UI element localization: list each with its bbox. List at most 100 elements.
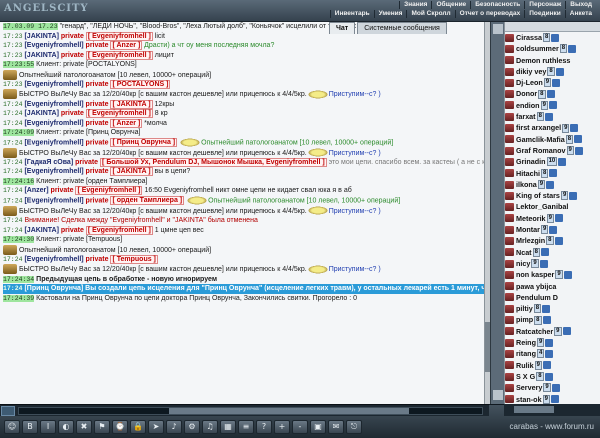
- nav-link-10[interactable]: Анкета: [564, 10, 596, 18]
- private-target[interactable]: [ Evgeniyfromhell ]: [85, 225, 153, 235]
- user-info-icon[interactable]: [548, 101, 557, 110]
- timestamp[interactable]: 17:24: [3, 168, 23, 175]
- nav-link-4[interactable]: Выход: [565, 1, 596, 9]
- sender-nick[interactable]: [Evgeniyfromhell]: [24, 139, 83, 146]
- user-name[interactable]: Gamclik-Mafia: [516, 134, 565, 145]
- user-scroll-thumb[interactable]: [514, 406, 554, 413]
- user-info-icon[interactable]: [552, 78, 561, 87]
- nav-link-5[interactable]: Инвентарь: [329, 10, 374, 18]
- user-list-item[interactable]: coldsummer 8: [505, 43, 600, 54]
- private-target[interactable]: [ JAKINTA ]: [110, 99, 153, 109]
- user-info-icon[interactable]: [544, 372, 553, 381]
- nav-link-0[interactable]: Знания: [399, 1, 431, 9]
- user-list-item[interactable]: Grinadin 10: [505, 156, 600, 167]
- timestamp[interactable]: 17:24: [3, 197, 23, 204]
- user-info-icon[interactable]: [574, 135, 583, 144]
- user-info-icon[interactable]: [542, 361, 551, 370]
- tab-chat[interactable]: Чат: [329, 22, 356, 34]
- timestamp[interactable]: 17:24: [3, 120, 23, 127]
- user-name[interactable]: Demon ruthless: [516, 55, 570, 66]
- user-list-item[interactable]: Servery 9: [505, 382, 600, 393]
- user-info-icon[interactable]: [540, 248, 549, 257]
- user-name[interactable]: farxat: [516, 111, 536, 122]
- history-icon[interactable]: ⌚: [112, 420, 128, 434]
- private-target[interactable]: [ Evgeniyfromhell ]: [85, 50, 153, 60]
- private-target[interactable]: [ POCTALYONS ]: [110, 79, 171, 89]
- timestamp[interactable]: 17:24: [3, 285, 23, 293]
- user-list-item[interactable]: ritang 4: [505, 348, 600, 359]
- user-name[interactable]: Rulik: [516, 360, 534, 371]
- timestamp[interactable]: 17:24: [3, 256, 23, 263]
- user-info-icon[interactable]: [562, 327, 571, 336]
- user-list-item[interactable]: nicy 9: [505, 258, 600, 269]
- user-name[interactable]: Graf Romanov: [516, 145, 566, 156]
- user-name[interactable]: non kasper: [516, 269, 554, 280]
- user-info-icon[interactable]: [542, 304, 551, 313]
- user-list-item[interactable]: Gamclik-Mafia 8: [505, 134, 600, 145]
- user-list-item[interactable]: Cirassa 8: [505, 32, 600, 43]
- timestamp[interactable]: 17:23:55: [3, 61, 35, 68]
- timestamp[interactable]: 17:24:30: [3, 236, 35, 244]
- user-list-item[interactable]: pimp 8: [505, 314, 600, 325]
- user-name[interactable]: Montar: [516, 224, 540, 235]
- user-name[interactable]: S X G: [516, 371, 535, 382]
- user-list-item[interactable]: Graf Romanov 9: [505, 145, 600, 156]
- user-name[interactable]: Mrlezgin: [516, 235, 545, 246]
- italic-icon[interactable]: I: [40, 420, 56, 434]
- user-name[interactable]: Ratcatcher: [516, 326, 553, 337]
- private-target[interactable]: [ Evgeniyfromhell ]: [85, 31, 153, 41]
- user-name[interactable]: King of stars: [516, 190, 560, 201]
- nav-link-9[interactable]: Поединки: [524, 10, 565, 18]
- nav-link-8[interactable]: Отчет о переводах: [454, 10, 525, 18]
- user-list-item[interactable]: piltiy 8: [505, 303, 600, 314]
- user-info-icon[interactable]: [546, 90, 555, 99]
- user-name[interactable]: pawa ybijca: [516, 281, 556, 292]
- timestamp[interactable]: 17:24: [3, 217, 23, 224]
- user-info-icon[interactable]: [563, 270, 572, 279]
- user-list-item[interactable]: Lektor_Ganibal: [505, 201, 600, 212]
- timestamp[interactable]: 17:24: [3, 139, 23, 146]
- user-list-item[interactable]: Reing 9: [505, 337, 600, 348]
- mail-icon[interactable]: ✉: [328, 420, 344, 434]
- music-icon[interactable]: ♫: [202, 420, 218, 434]
- user-info-icon[interactable]: [544, 112, 553, 121]
- user-info-icon[interactable]: [555, 67, 564, 76]
- user-name[interactable]: Hitachi: [516, 168, 540, 179]
- timestamp[interactable]: 17:24:39: [3, 294, 35, 302]
- timestamp[interactable]: 17:24: [3, 159, 23, 166]
- user-info-icon[interactable]: [554, 236, 563, 245]
- user-name[interactable]: piltiy: [516, 303, 533, 314]
- private-target[interactable]: [ Evgeniyfromhell ]: [75, 186, 143, 196]
- user-info-icon[interactable]: [569, 191, 578, 200]
- folder-icon[interactable]: ▣: [310, 420, 326, 434]
- user-list-item[interactable]: Meteorik 9: [505, 213, 600, 224]
- settings-icon[interactable]: ⚙: [184, 420, 200, 434]
- user-list-item[interactable]: S X G8: [505, 371, 600, 382]
- user-info-icon[interactable]: [568, 44, 577, 53]
- user-name[interactable]: first arxangel: [516, 122, 561, 133]
- user-list-item[interactable]: King of stars 9: [505, 190, 600, 201]
- user-name[interactable]: Donor: [516, 88, 537, 99]
- user-info-icon[interactable]: [539, 259, 548, 268]
- user-name[interactable]: Pendulum D: [516, 292, 558, 303]
- smile-icon[interactable]: ☺: [4, 420, 20, 434]
- user-name[interactable]: Ncat: [516, 247, 532, 258]
- user-list-item[interactable]: farxat 8: [505, 111, 600, 122]
- timestamp[interactable]: 17:24: [3, 101, 23, 108]
- help-icon[interactable]: ?: [256, 420, 272, 434]
- user-name[interactable]: dikiy vey: [516, 66, 546, 77]
- user-name[interactable]: stan-ok: [516, 394, 542, 405]
- user-name[interactable]: Reing: [516, 337, 536, 348]
- private-target[interactable]: [ Tempuous ]: [110, 254, 158, 264]
- user-list-item[interactable]: first arxangel 9: [505, 122, 600, 133]
- user-list-item[interactable]: ilkona 9: [505, 179, 600, 190]
- private-target[interactable]: [ JAKINTA ]: [110, 167, 153, 177]
- user-info-icon[interactable]: [554, 214, 563, 223]
- zoom-out-icon[interactable]: -: [292, 420, 308, 434]
- private-target[interactable]: [ Большой Ух, Pendulum DJ, Мышонок Мышка…: [100, 157, 327, 167]
- exit-icon[interactable]: ⎋: [346, 420, 362, 434]
- sender-nick[interactable]: [Evgeniyfromhell]: [24, 42, 83, 49]
- sender-nick[interactable]: [Anzer]: [24, 187, 48, 194]
- user-list-item[interactable]: Dj-Leon 9: [505, 77, 600, 88]
- color-icon[interactable]: ◐: [58, 420, 74, 434]
